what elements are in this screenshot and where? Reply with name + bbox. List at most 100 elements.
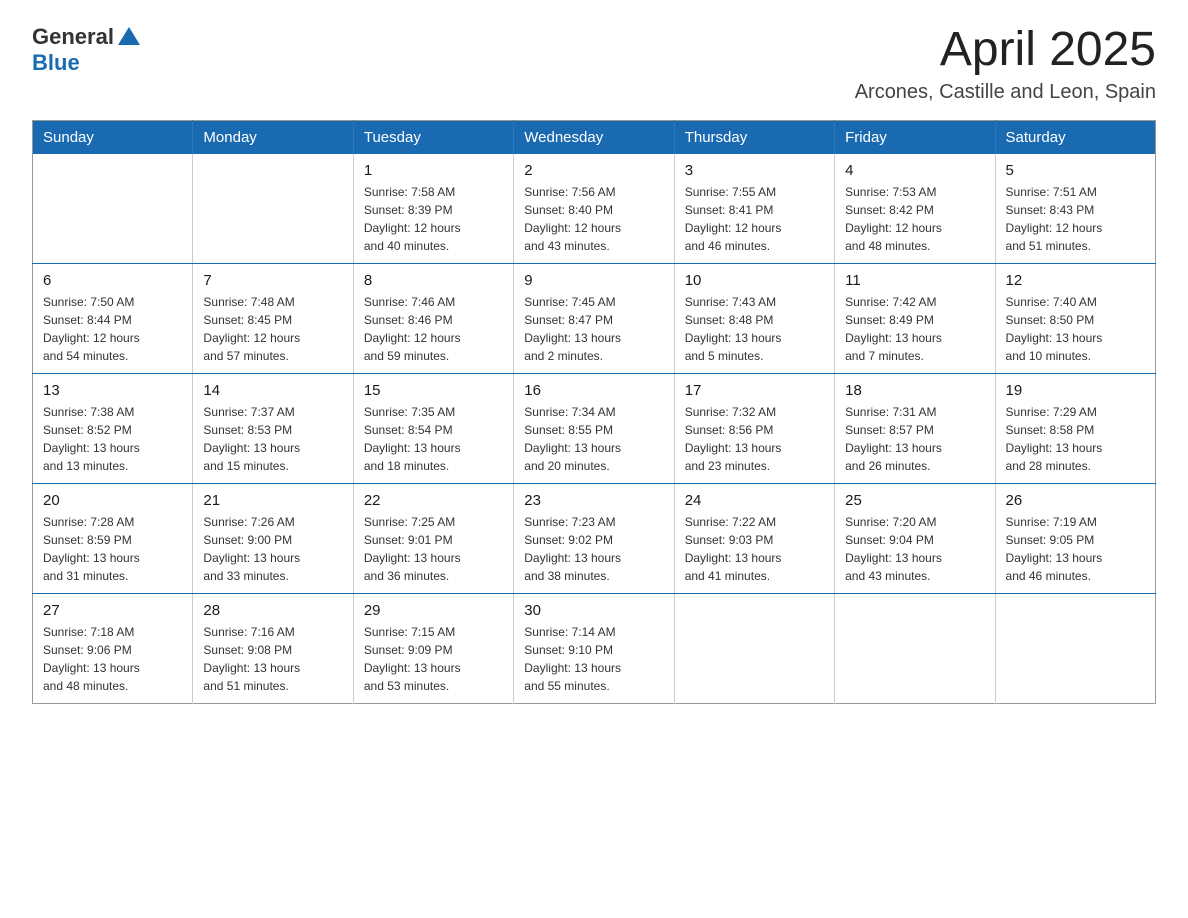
day-number: 29: [364, 602, 503, 619]
calendar-cell: 30 Sunrise: 7:14 AM Sunset: 9:10 PM Dayli…: [514, 593, 674, 703]
calendar-cell: 27 Sunrise: 7:18 AM Sunset: 9:06 PM Dayli…: [33, 593, 193, 703]
weekday-header-saturday: Saturday: [995, 120, 1155, 154]
calendar-cell: 16 Sunrise: 7:34 AM Sunset: 8:55 PM Dayli…: [514, 373, 674, 483]
calendar-cell: [193, 154, 353, 264]
day-info: Sunrise: 7:29 AM Sunset: 8:58 PM Dayligh…: [1006, 403, 1145, 475]
weekday-header-sunday: Sunday: [33, 120, 193, 154]
day-info: Sunrise: 7:20 AM Sunset: 9:04 PM Dayligh…: [845, 513, 984, 585]
day-number: 25: [845, 492, 984, 509]
day-info: Sunrise: 7:42 AM Sunset: 8:49 PM Dayligh…: [845, 293, 984, 365]
day-number: 4: [845, 162, 984, 179]
logo-blue-text: Blue: [32, 50, 80, 75]
day-info: Sunrise: 7:51 AM Sunset: 8:43 PM Dayligh…: [1006, 183, 1145, 255]
calendar-cell: 25 Sunrise: 7:20 AM Sunset: 9:04 PM Dayli…: [835, 483, 995, 593]
logo-triangle-icon: [118, 27, 140, 45]
day-info: Sunrise: 7:25 AM Sunset: 9:01 PM Dayligh…: [364, 513, 503, 585]
day-number: 24: [685, 492, 824, 509]
calendar-cell: 23 Sunrise: 7:23 AM Sunset: 9:02 PM Dayli…: [514, 483, 674, 593]
calendar-cell: 21 Sunrise: 7:26 AM Sunset: 9:00 PM Dayli…: [193, 483, 353, 593]
calendar-cell: 8 Sunrise: 7:46 AM Sunset: 8:46 PM Daylig…: [353, 263, 513, 373]
day-number: 6: [43, 272, 182, 289]
day-info: Sunrise: 7:43 AM Sunset: 8:48 PM Dayligh…: [685, 293, 824, 365]
day-info: Sunrise: 7:31 AM Sunset: 8:57 PM Dayligh…: [845, 403, 984, 475]
day-info: Sunrise: 7:14 AM Sunset: 9:10 PM Dayligh…: [524, 623, 663, 695]
calendar-cell: 22Sunrise: 7:25 AM Sunset: 9:01 PM Dayli…: [353, 483, 513, 593]
day-number: 26: [1006, 492, 1145, 509]
day-info: Sunrise: 7:34 AM Sunset: 8:55 PM Dayligh…: [524, 403, 663, 475]
day-info: Sunrise: 7:45 AM Sunset: 8:47 PM Dayligh…: [524, 293, 663, 365]
day-number: 15: [364, 382, 503, 399]
weekday-header-thursday: Thursday: [674, 120, 834, 154]
weekday-header-tuesday: Tuesday: [353, 120, 513, 154]
calendar-cell: 24Sunrise: 7:22 AM Sunset: 9:03 PM Dayli…: [674, 483, 834, 593]
day-number: 16: [524, 382, 663, 399]
day-info: Sunrise: 7:16 AM Sunset: 9:08 PM Dayligh…: [203, 623, 342, 695]
calendar-cell: 7 Sunrise: 7:48 AM Sunset: 8:45 PM Daylig…: [193, 263, 353, 373]
weekday-header-row: SundayMondayTuesdayWednesdayThursdayFrid…: [33, 120, 1156, 154]
day-number: 5: [1006, 162, 1145, 179]
calendar-cell: 29 Sunrise: 7:15 AM Sunset: 9:09 PM Dayli…: [353, 593, 513, 703]
calendar-cell: [674, 593, 834, 703]
day-number: 10: [685, 272, 824, 289]
day-info: Sunrise: 7:26 AM Sunset: 9:00 PM Dayligh…: [203, 513, 342, 585]
weekday-header-monday: Monday: [193, 120, 353, 154]
calendar-cell: 2 Sunrise: 7:56 AM Sunset: 8:40 PM Daylig…: [514, 154, 674, 264]
day-info: Sunrise: 7:56 AM Sunset: 8:40 PM Dayligh…: [524, 183, 663, 255]
day-info: Sunrise: 7:19 AM Sunset: 9:05 PM Dayligh…: [1006, 513, 1145, 585]
day-number: 2: [524, 162, 663, 179]
day-number: 17: [685, 382, 824, 399]
logo: General Blue: [32, 24, 140, 76]
weekday-header-wednesday: Wednesday: [514, 120, 674, 154]
title-area: April 2025 Arcones, Castille and Leon, S…: [855, 24, 1156, 104]
header: General Blue April 2025 Arcones, Castill…: [32, 24, 1156, 104]
day-info: Sunrise: 7:37 AM Sunset: 8:53 PM Dayligh…: [203, 403, 342, 475]
calendar-cell: 17 Sunrise: 7:32 AM Sunset: 8:56 PM Dayli…: [674, 373, 834, 483]
day-number: 13: [43, 382, 182, 399]
day-info: Sunrise: 7:38 AM Sunset: 8:52 PM Dayligh…: [43, 403, 182, 475]
day-number: 3: [685, 162, 824, 179]
day-number: 7: [203, 272, 342, 289]
calendar-cell: 18Sunrise: 7:31 AM Sunset: 8:57 PM Dayli…: [835, 373, 995, 483]
day-info: Sunrise: 7:18 AM Sunset: 9:06 PM Dayligh…: [43, 623, 182, 695]
calendar-cell: 1 Sunrise: 7:58 AM Sunset: 8:39 PM Daylig…: [353, 154, 513, 264]
day-info: Sunrise: 7:58 AM Sunset: 8:39 PM Dayligh…: [364, 183, 503, 255]
day-number: 21: [203, 492, 342, 509]
location-title: Arcones, Castille and Leon, Spain: [855, 81, 1156, 104]
day-info: Sunrise: 7:53 AM Sunset: 8:42 PM Dayligh…: [845, 183, 984, 255]
day-number: 23: [524, 492, 663, 509]
calendar-cell: 15Sunrise: 7:35 AM Sunset: 8:54 PM Dayli…: [353, 373, 513, 483]
calendar-week-row: 6 Sunrise: 7:50 AM Sunset: 8:44 PM Daylig…: [33, 263, 1156, 373]
calendar-week-row: 13 Sunrise: 7:38 AM Sunset: 8:52 PM Dayli…: [33, 373, 1156, 483]
day-info: Sunrise: 7:46 AM Sunset: 8:46 PM Dayligh…: [364, 293, 503, 365]
day-info: Sunrise: 7:32 AM Sunset: 8:56 PM Dayligh…: [685, 403, 824, 475]
day-number: 9: [524, 272, 663, 289]
calendar-cell: [33, 154, 193, 264]
calendar-week-row: 1 Sunrise: 7:58 AM Sunset: 8:39 PM Daylig…: [33, 154, 1156, 264]
day-number: 19: [1006, 382, 1145, 399]
day-number: 12: [1006, 272, 1145, 289]
day-number: 1: [364, 162, 503, 179]
calendar-cell: 3Sunrise: 7:55 AM Sunset: 8:41 PM Daylig…: [674, 154, 834, 264]
month-title: April 2025: [855, 24, 1156, 77]
day-number: 27: [43, 602, 182, 619]
day-number: 30: [524, 602, 663, 619]
day-info: Sunrise: 7:23 AM Sunset: 9:02 PM Dayligh…: [524, 513, 663, 585]
calendar-cell: 14Sunrise: 7:37 AM Sunset: 8:53 PM Dayli…: [193, 373, 353, 483]
day-info: Sunrise: 7:50 AM Sunset: 8:44 PM Dayligh…: [43, 293, 182, 365]
day-number: 28: [203, 602, 342, 619]
calendar-table: SundayMondayTuesdayWednesdayThursdayFrid…: [32, 120, 1156, 704]
day-info: Sunrise: 7:15 AM Sunset: 9:09 PM Dayligh…: [364, 623, 503, 695]
day-number: 8: [364, 272, 503, 289]
day-info: Sunrise: 7:48 AM Sunset: 8:45 PM Dayligh…: [203, 293, 342, 365]
calendar-cell: 11Sunrise: 7:42 AM Sunset: 8:49 PM Dayli…: [835, 263, 995, 373]
calendar-cell: 19 Sunrise: 7:29 AM Sunset: 8:58 PM Dayli…: [995, 373, 1155, 483]
day-number: 20: [43, 492, 182, 509]
calendar-cell: 4 Sunrise: 7:53 AM Sunset: 8:42 PM Daylig…: [835, 154, 995, 264]
logo-general-text: General: [32, 24, 114, 50]
calendar-cell: 13 Sunrise: 7:38 AM Sunset: 8:52 PM Dayli…: [33, 373, 193, 483]
day-info: Sunrise: 7:28 AM Sunset: 8:59 PM Dayligh…: [43, 513, 182, 585]
calendar-cell: 5 Sunrise: 7:51 AM Sunset: 8:43 PM Daylig…: [995, 154, 1155, 264]
weekday-header-friday: Friday: [835, 120, 995, 154]
calendar-cell: 9 Sunrise: 7:45 AM Sunset: 8:47 PM Daylig…: [514, 263, 674, 373]
calendar-cell: 10 Sunrise: 7:43 AM Sunset: 8:48 PM Dayli…: [674, 263, 834, 373]
